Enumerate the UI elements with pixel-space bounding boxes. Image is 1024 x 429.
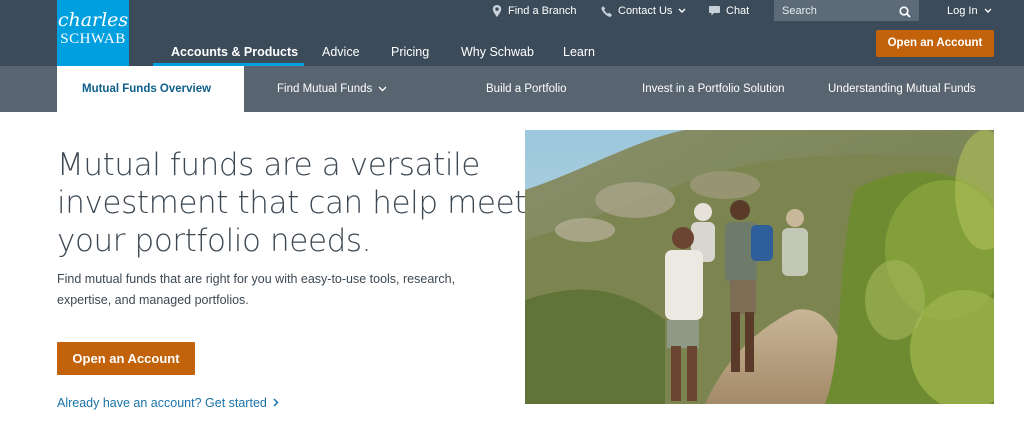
- get-started-label: Already have an account? Get started: [57, 396, 267, 410]
- subtab-build-portfolio[interactable]: Build a Portfolio: [486, 81, 567, 97]
- chat-link[interactable]: Chat: [709, 3, 749, 19]
- chat-label: Chat: [726, 5, 750, 17]
- contact-us-menu[interactable]: Contact Us: [601, 3, 686, 19]
- open-account-button[interactable]: Open an Account: [57, 342, 195, 375]
- subtab-find-mutual-funds[interactable]: Find Mutual Funds: [277, 81, 387, 97]
- nav-learn[interactable]: Learn: [563, 42, 595, 62]
- headline-line-3: your portfolio needs.: [57, 223, 372, 259]
- nav-pricing[interactable]: Pricing: [391, 42, 429, 62]
- chevron-right-icon: [273, 394, 279, 412]
- find-branch-label: Find a Branch: [508, 5, 577, 17]
- hero-description: Find mutual funds that are right for you…: [57, 272, 456, 307]
- nav-accounts-products[interactable]: Accounts & Products: [171, 42, 298, 62]
- page-headline: Mutual funds are a versatile investment …: [57, 146, 527, 260]
- contact-us-label: Contact Us: [618, 5, 673, 17]
- phone-icon: [601, 5, 612, 17]
- chevron-down-icon: [678, 8, 686, 14]
- location-pin-icon: [492, 5, 502, 17]
- logo-text-charles: charles: [57, 9, 129, 31]
- search-icon[interactable]: [899, 5, 911, 23]
- subtab-portfolio-solution[interactable]: Invest in a Portfolio Solution: [642, 81, 785, 97]
- search-box: [774, 0, 919, 21]
- subtab-mutual-funds-overview[interactable]: Mutual Funds Overview: [82, 81, 211, 97]
- chevron-down-icon: [378, 81, 387, 97]
- hero-image-hikers: [525, 130, 994, 404]
- login-label: Log In: [947, 5, 978, 17]
- logo-text-schwab: SCHWAB: [60, 31, 126, 47]
- get-started-link[interactable]: Already have an account? Get started: [57, 394, 279, 412]
- find-branch-link[interactable]: Find a Branch: [492, 3, 576, 19]
- header-open-account-button[interactable]: Open an Account: [876, 30, 994, 57]
- search-input[interactable]: [774, 0, 894, 21]
- subtab-understanding-mutual-funds[interactable]: Understanding Mutual Funds: [828, 81, 976, 97]
- subtab-find-mutual-funds-label: Find Mutual Funds: [277, 83, 373, 95]
- chat-bubble-icon: [709, 6, 720, 16]
- nav-why-schwab[interactable]: Why Schwab: [461, 42, 534, 62]
- chevron-down-icon: [984, 8, 992, 14]
- nav-advice[interactable]: Advice: [322, 42, 360, 62]
- headline-line-2: investment that can help meet: [57, 185, 527, 221]
- schwab-logo[interactable]: charles SCHWAB: [57, 0, 129, 66]
- login-menu[interactable]: Log In: [947, 3, 992, 19]
- headline-line-1: Mutual funds are a versatile: [57, 147, 480, 183]
